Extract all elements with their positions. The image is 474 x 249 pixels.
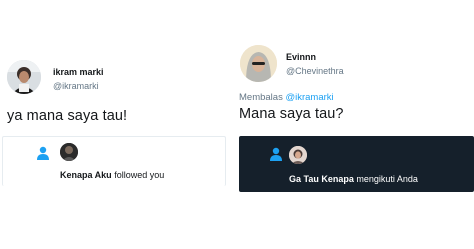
author-avatar[interactable] bbox=[240, 45, 277, 82]
avatar-photo-icon bbox=[7, 60, 41, 94]
follow-notification[interactable]: Kenapa Aku followed you bbox=[2, 136, 226, 186]
person-icon bbox=[270, 147, 282, 161]
replying-to: Membalas @ikramarki bbox=[239, 92, 334, 103]
follow-notification[interactable]: Ga Tau Kenapa mengikuti Anda bbox=[239, 136, 474, 192]
notification-action: mengikuti Anda bbox=[356, 174, 418, 184]
author-name[interactable]: Evinnn bbox=[286, 52, 316, 62]
author-handle[interactable]: @ikramarki bbox=[53, 81, 99, 91]
left-tweet-panel: ikram marki @ikramarki ya mana saya tau!… bbox=[0, 0, 228, 249]
notification-action: followed you bbox=[114, 170, 165, 180]
reply-prefix: Membalas bbox=[239, 92, 283, 103]
tweet-text: ya mana saya tau! bbox=[7, 108, 128, 124]
follower-name[interactable]: Kenapa Aku bbox=[60, 170, 112, 180]
right-tweet-panel: Evinnn @Chevinethra Membalas @ikramarki … bbox=[230, 0, 474, 249]
reply-mention-link[interactable]: @ikramarki bbox=[285, 92, 333, 103]
author-name[interactable]: ikram marki bbox=[53, 67, 104, 77]
follower-avatar[interactable] bbox=[60, 143, 78, 161]
avatar-photo-icon bbox=[240, 45, 277, 82]
author-handle[interactable]: @Chevinethra bbox=[286, 66, 344, 76]
notification-text: Ga Tau Kenapa mengikuti Anda bbox=[289, 174, 418, 184]
follower-avatar[interactable] bbox=[289, 146, 307, 164]
follower-name[interactable]: Ga Tau Kenapa bbox=[289, 174, 354, 184]
tweet-text: Mana saya tau? bbox=[239, 106, 344, 122]
person-icon bbox=[37, 146, 49, 160]
notification-text: Kenapa Aku followed you bbox=[60, 170, 164, 180]
avatar-photo-icon bbox=[60, 143, 78, 161]
avatar-photo-icon bbox=[289, 146, 307, 164]
author-avatar[interactable] bbox=[7, 60, 41, 94]
